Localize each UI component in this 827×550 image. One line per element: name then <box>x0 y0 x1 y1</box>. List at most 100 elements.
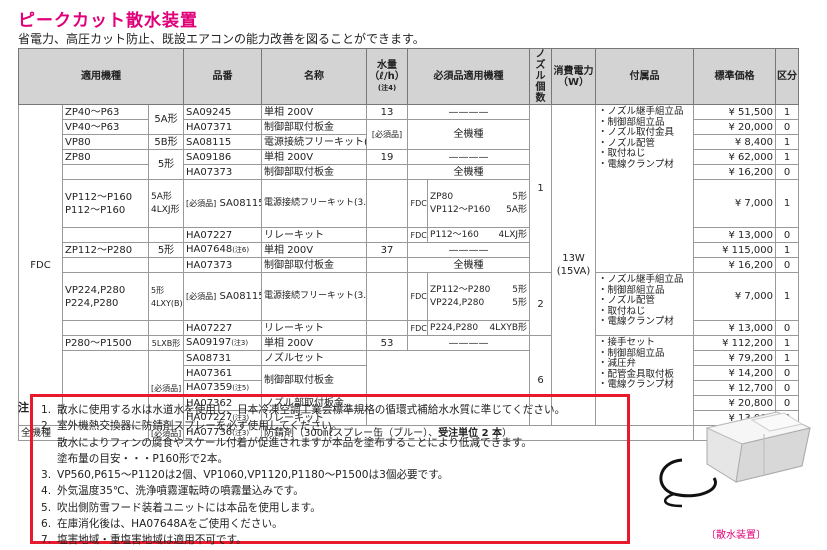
water-cell: 53 <box>366 335 409 351</box>
price-cell: ¥ 51,500 <box>693 104 777 120</box>
note-line: 4. 外気温度35℃、洗浄噴霧運転時の噴霧量込みです。 <box>41 485 304 498</box>
model-cell: VP80 <box>62 134 149 150</box>
price-cell: ¥ 79,200 <box>693 350 777 366</box>
category-cell: 1 <box>775 134 800 150</box>
required-cell: ———— <box>407 335 531 351</box>
name-cell: リレーキット <box>261 320 368 336</box>
name-cell: 単相 200V <box>261 335 368 351</box>
price-cell: ¥ 13,000 <box>693 227 777 243</box>
name-cell: 電源接続フリーキット(3.5m) <box>261 272 368 321</box>
required-tag: [必須品] <box>366 119 409 150</box>
category-cell: 1 <box>775 104 800 120</box>
model-suffix-cell: 5LXB形 <box>147 335 185 351</box>
fdc-cell: FDC <box>18 104 63 426</box>
th-models: 適用機種 <box>17 48 185 105</box>
required-cell: 全機種 <box>407 164 531 180</box>
accessories-cell: ・ノズル継手組立品 ・制御部組立品 ・ノズル配管 ・取付ねじ ・電線クランプ材 <box>595 272 695 336</box>
category-cell: 0 <box>775 164 800 180</box>
part-cell: HA07227 <box>183 320 263 336</box>
category-cell: 0 <box>775 119 800 135</box>
category-cell: 1 <box>775 179 800 228</box>
part-cell: HA07373 <box>183 257 263 273</box>
th-required: 必須品適用機種 <box>407 48 531 105</box>
category-cell: 1 <box>775 335 800 351</box>
category-cell: 0 <box>775 227 800 243</box>
price-cell: ¥ 112,200 <box>693 335 777 351</box>
th-nozzle: ノズル個数 <box>529 48 553 105</box>
model-cell: VP224,P280 P224,P280 <box>62 272 149 321</box>
required-cell: ———— <box>407 149 531 165</box>
note-line: 6. 在庫消化後は、HA07648Aをご使用ください。 <box>41 518 283 531</box>
model-suffix-cell: 5形4LXY(B)形 <box>147 272 185 321</box>
note-line: 散水によりフィンの腐食やスケール付着が促進されますが本品を塗布することにより低減… <box>57 436 533 449</box>
note-line: 7. 塩害地域・重塩害地域は適用不可です。 <box>41 534 247 547</box>
price-cell: ¥ 7,000 <box>693 179 777 228</box>
part-cell: [必須品] SA08115 <box>183 179 263 228</box>
required-cell: P224,P280 4LXYB形 <box>427 320 531 336</box>
model-suffix-cell: 5A形 <box>147 104 185 135</box>
required-cell: P112〜160 4LXJ形 <box>427 227 531 243</box>
category-cell: 1 <box>775 149 800 165</box>
required-cell: 全機種 <box>407 119 531 150</box>
category-cell: 1 <box>775 350 800 366</box>
spec-table-wrapper: 適用機種 品番 名称 水量 （ℓ/h）(注4) 必須品適用機種 ノズル個数 消費電… <box>17 48 800 441</box>
price-cell: ¥ 14,200 <box>693 365 777 381</box>
device-caption: 〔散水装置〕 <box>706 530 766 541</box>
price-cell: ¥ 16,200 <box>693 257 777 273</box>
model-cell: ZP80 <box>62 149 149 165</box>
category-cell: 0 <box>775 257 800 273</box>
part-cell: SA08731 <box>183 350 263 366</box>
th-water: 水量 （ℓ/h）(注4) <box>366 48 409 105</box>
note-line: 塗布量の目安・・・P160形で2本。 <box>57 452 229 465</box>
category-cell: 1 <box>775 242 800 258</box>
part-cell: [必須品] SA08115 <box>183 272 263 321</box>
name-cell: 電源接続フリーキット(3.5m) <box>261 179 368 228</box>
category-cell: 0 <box>775 320 800 336</box>
table-row: P280〜P1500 5LXB形 SA09197(注3) 単相 200V 53 … <box>19 335 800 426</box>
part-cell: SA09245 <box>183 104 263 120</box>
model-suffix-cell: 5A形 4LXJ形 <box>147 179 185 228</box>
model-suffix-cell: 5形 <box>147 149 185 180</box>
part-cell: HA07227 <box>183 227 263 243</box>
note-line: 2. 室外機熱交換器に防錆剤スプレーを必ず使用してください。 <box>41 420 343 433</box>
table-row: FDC ZP40〜P63 5A形 SA09245 単相 200V 13 ————… <box>18 104 800 426</box>
required-cell: ———— <box>407 104 531 120</box>
water-cell: 13 <box>366 104 409 120</box>
nozzle-cell: 1 <box>529 104 553 273</box>
name-cell: 制御部取付板金 <box>261 257 368 273</box>
th-price: 標準価格 <box>693 48 777 105</box>
category-cell: 1 <box>775 272 800 321</box>
th-name: 名称 <box>261 48 368 105</box>
price-cell: ¥ 8,400 <box>693 134 777 150</box>
model-suffix-cell: 5形 <box>147 242 185 258</box>
required-cell: ZP80 5形 VP112〜P160 5A形 <box>427 179 531 228</box>
part-cell: SA09186 <box>183 149 263 165</box>
note-line: 3. VP560,P615〜P1120は2個、VP1060,VP1120,P118… <box>41 469 449 482</box>
th-category: 区分 <box>775 48 800 105</box>
model-cell: ZP112〜P280 <box>62 242 149 258</box>
price-cell: ¥ 62,000 <box>693 149 777 165</box>
price-cell: ¥ 115,000 <box>693 242 777 258</box>
category-cell: 0 <box>775 380 800 396</box>
sprinkler-device-image <box>659 411 812 508</box>
model-cell: ZP40〜P63 <box>62 104 149 120</box>
page-title: ピークカット散水装置 <box>18 11 198 31</box>
fdc-small-cell: FDC <box>407 179 429 228</box>
name-cell: リレーキット <box>261 227 368 243</box>
part-cell: SA09197(注3) <box>183 335 263 351</box>
price-cell: ¥ 12,700 <box>693 380 777 396</box>
price-cell: ¥ 16,200 <box>693 164 777 180</box>
notes-label: 注 <box>18 401 29 414</box>
model-cell <box>62 164 149 180</box>
price-cell: ¥ 20,000 <box>693 119 777 135</box>
spec-table: 適用機種 品番 名称 水量 （ℓ/h）(注4) 必須品適用機種 ノズル個数 消費電… <box>17 48 800 426</box>
name-cell: 単相 200V <box>261 104 368 120</box>
name-cell: 制御部取付板金 <box>261 365 368 396</box>
page-subtitle: 省電力、高圧カット防止、既設エアコンの能力改善を図ることができます。 <box>18 32 425 46</box>
model-cell: VP40〜P63 <box>62 119 149 135</box>
name-cell: ノズルセット <box>261 350 368 366</box>
name-cell: 制御部取付板金 <box>261 119 368 135</box>
name-cell: 制御部取付板金 <box>261 164 368 180</box>
price-cell: ¥ 7,000 <box>693 272 777 321</box>
table-header-row: 適用機種 品番 名称 水量 （ℓ/h）(注4) 必須品適用機種 ノズル個数 消費電… <box>17 48 800 105</box>
